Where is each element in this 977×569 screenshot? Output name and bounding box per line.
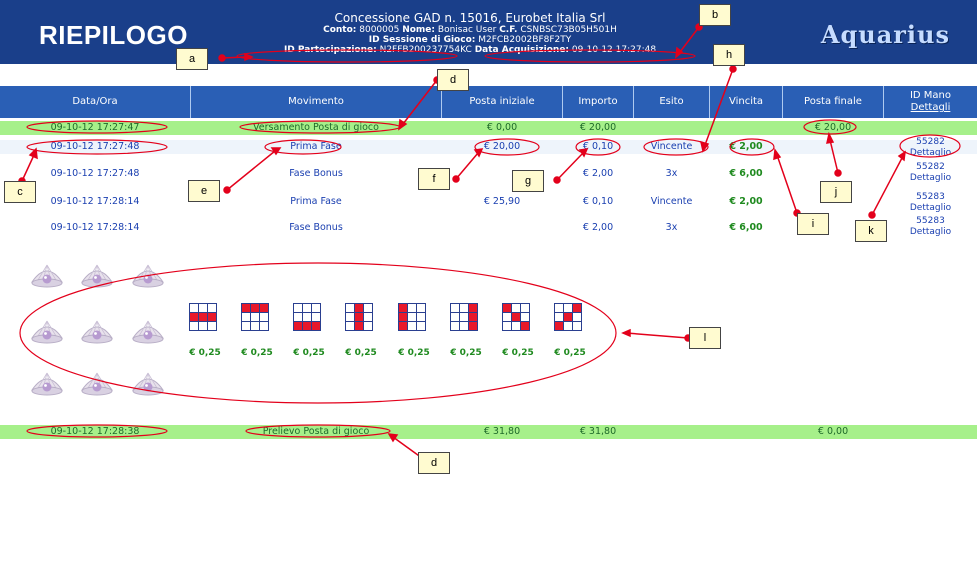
annotation-overlay xyxy=(18,23,961,462)
callout-k: k xyxy=(855,220,887,242)
callout-j: j xyxy=(820,181,852,203)
highlight-ellipse xyxy=(484,49,696,63)
callout-c: c xyxy=(4,181,36,203)
highlight-ellipse xyxy=(239,120,401,134)
highlight-ellipse xyxy=(643,138,709,156)
highlight-ellipse xyxy=(236,49,458,63)
callout-f: f xyxy=(418,168,450,190)
callout-b: b xyxy=(699,4,731,26)
highlight-ellipse xyxy=(474,138,540,156)
highlight-ellipse xyxy=(803,119,857,135)
callout-d: d xyxy=(437,69,469,91)
callout-d-lower: d xyxy=(418,452,450,474)
highlight-ellipse xyxy=(19,262,617,404)
highlight-ellipse xyxy=(245,424,391,438)
highlight-ellipse xyxy=(26,424,168,438)
callout-e: e xyxy=(188,180,220,202)
highlight-ellipse xyxy=(729,138,775,156)
callout-h: h xyxy=(713,44,745,66)
callout-l: l xyxy=(689,327,721,349)
highlight-ellipse xyxy=(26,120,168,134)
callout-i: i xyxy=(797,213,829,235)
callout-g: g xyxy=(512,170,544,192)
callout-a: a xyxy=(176,48,208,70)
highlight-ellipse xyxy=(899,134,961,158)
highlight-ellipse xyxy=(26,139,168,155)
